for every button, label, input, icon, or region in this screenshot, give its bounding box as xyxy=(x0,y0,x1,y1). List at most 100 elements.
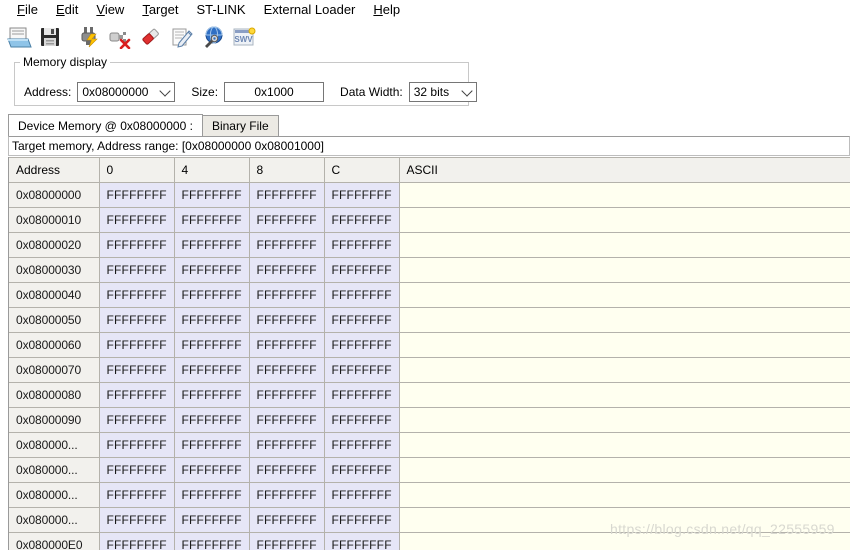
table-row[interactable]: 0x08000050 FFFFFFFF FFFFFFFF FFFFFFFF FFFFFF… xyxy=(9,307,850,333)
save-file-icon[interactable] xyxy=(35,22,65,52)
cell-word-3[interactable]: FFFFFFFF xyxy=(324,532,400,550)
cell-word-0[interactable]: FFFFFFFF xyxy=(99,432,175,458)
cell-word-2[interactable]: FFFFFFFF xyxy=(249,432,325,458)
table-row[interactable]: 0x08000080 FFFFFFFF FFFFFFFF FFFFFFFF FFFFFF… xyxy=(9,382,850,408)
menu-item-st-link[interactable]: ST-LINK xyxy=(187,0,254,19)
cell-word-0[interactable]: FFFFFFFF xyxy=(99,232,175,258)
cell-word-3[interactable]: FFFFFFFF xyxy=(324,457,400,483)
column-header-ascii[interactable]: ASCII xyxy=(399,157,850,183)
cell-word-2[interactable]: FFFFFFFF xyxy=(249,282,325,308)
cell-word-1[interactable]: FFFFFFFF xyxy=(174,507,250,533)
column-header-address[interactable]: Address xyxy=(9,157,100,183)
menu-item-help[interactable]: Help xyxy=(364,0,409,19)
cell-word-1[interactable]: FFFFFFFF xyxy=(174,482,250,508)
cell-word-3[interactable]: FFFFFFFF xyxy=(324,382,400,408)
cell-word-2[interactable]: FFFFFFFF xyxy=(249,182,325,208)
cell-word-0[interactable]: FFFFFFFF xyxy=(99,282,175,308)
cell-word-2[interactable]: FFFFFFFF xyxy=(249,257,325,283)
cell-word-3[interactable]: FFFFFFFF xyxy=(324,332,400,358)
cell-word-3[interactable]: FFFFFFFF xyxy=(324,232,400,258)
cell-word-1[interactable]: FFFFFFFF xyxy=(174,532,250,550)
cell-word-0[interactable]: FFFFFFFF xyxy=(99,482,175,508)
menu-item-external-loader[interactable]: External Loader xyxy=(255,0,365,19)
cell-word-0[interactable]: FFFFFFFF xyxy=(99,332,175,358)
cell-word-0[interactable]: FFFFFFFF xyxy=(99,457,175,483)
cell-word-3[interactable]: FFFFFFFF xyxy=(324,282,400,308)
cell-word-2[interactable]: FFFFFFFF xyxy=(249,507,325,533)
table-row[interactable]: 0x080000... FFFFFFFF FFFFFFFF FFFFFFFF FFFFF… xyxy=(9,507,850,533)
cell-word-0[interactable]: FFFFFFFF xyxy=(99,507,175,533)
cell-word-1[interactable]: FFFFFFFF xyxy=(174,332,250,358)
table-row[interactable]: 0x080000E0 FFFFFFFF FFFFFFFF FFFFFFFF FFFFFF… xyxy=(9,532,850,550)
cell-word-0[interactable]: FFFFFFFF xyxy=(99,532,175,550)
tab-binary-file[interactable]: Binary File xyxy=(201,115,279,136)
size-input[interactable]: 0x1000 xyxy=(224,81,325,102)
cell-word-3[interactable]: FFFFFFFF xyxy=(324,482,400,508)
swv-icon[interactable]: SWV xyxy=(229,22,259,52)
cell-word-3[interactable]: FFFFFFFF xyxy=(324,432,400,458)
cell-word-0[interactable]: FFFFFFFF xyxy=(99,207,175,233)
cell-word-2[interactable]: FFFFFFFF xyxy=(249,207,325,233)
menu-item-edit[interactable]: Edit xyxy=(47,0,87,19)
cell-word-0[interactable]: FFFFFFFF xyxy=(99,407,175,433)
cell-word-3[interactable]: FFFFFFFF xyxy=(324,507,400,533)
cell-word-2[interactable]: FFFFFFFF xyxy=(249,407,325,433)
cell-word-2[interactable]: FFFFFFFF xyxy=(249,232,325,258)
cell-word-3[interactable]: FFFFFFFF xyxy=(324,307,400,333)
cell-word-1[interactable]: FFFFFFFF xyxy=(174,382,250,408)
cell-word-2[interactable]: FFFFFFFF xyxy=(249,532,325,550)
cell-word-1[interactable]: FFFFFFFF xyxy=(174,357,250,383)
column-header-4[interactable]: 4 xyxy=(174,157,250,183)
table-row[interactable]: 0x08000000 FFFFFFFF FFFFFFFF FFFFFFFF FFFFFF… xyxy=(9,182,850,208)
table-row[interactable]: 0x08000070 FFFFFFFF FFFFFFFF FFFFFFFF FFFFFF… xyxy=(9,357,850,383)
cell-word-0[interactable]: FFFFFFFF xyxy=(99,257,175,283)
cell-word-1[interactable]: FFFFFFFF xyxy=(174,182,250,208)
cell-word-3[interactable]: FFFFFFFF xyxy=(324,182,400,208)
cell-word-1[interactable]: FFFFFFFF xyxy=(174,432,250,458)
menu-item-file[interactable]: File xyxy=(8,0,47,19)
tab-device-memory[interactable]: Device Memory @ 0x08000000 : xyxy=(8,114,203,136)
connect-plug-icon[interactable] xyxy=(74,22,104,52)
cell-word-3[interactable]: FFFFFFFF xyxy=(324,207,400,233)
memory-table-container[interactable]: Address 0 4 8 C ASCII 0x08000000 FFFFFFFF… xyxy=(8,157,850,550)
cell-word-3[interactable]: FFFFFFFF xyxy=(324,357,400,383)
column-header-0[interactable]: 0 xyxy=(99,157,175,183)
cell-word-0[interactable]: FFFFFFFF xyxy=(99,382,175,408)
cell-word-3[interactable]: FFFFFFFF xyxy=(324,257,400,283)
cell-word-0[interactable]: FFFFFFFF xyxy=(99,182,175,208)
table-row[interactable]: 0x080000... FFFFFFFF FFFFFFFF FFFFFFFF FFFFF… xyxy=(9,432,850,458)
table-row[interactable]: 0x08000060 FFFFFFFF FFFFFFFF FFFFFFFF FFFFFF… xyxy=(9,332,850,358)
cell-word-1[interactable]: FFFFFFFF xyxy=(174,407,250,433)
cell-word-2[interactable]: FFFFFFFF xyxy=(249,482,325,508)
column-header-c[interactable]: C xyxy=(324,157,400,183)
cell-word-1[interactable]: FFFFFFFF xyxy=(174,207,250,233)
table-row[interactable]: 0x08000040 FFFFFFFF FFFFFFFF FFFFFFFF FFFFFF… xyxy=(9,282,850,308)
table-row[interactable]: 0x08000090 FFFFFFFF FFFFFFFF FFFFFFFF FFFFFF… xyxy=(9,407,850,433)
cell-word-2[interactable]: FFFFFFFF xyxy=(249,357,325,383)
column-header-8[interactable]: 8 xyxy=(249,157,325,183)
table-row[interactable]: 0x08000020 FFFFFFFF FFFFFFFF FFFFFFFF FFFFFF… xyxy=(9,232,850,258)
table-row[interactable]: 0x080000... FFFFFFFF FFFFFFFF FFFFFFFF FFFFF… xyxy=(9,482,850,508)
erase-chip-icon[interactable] xyxy=(136,22,166,52)
cell-word-1[interactable]: FFFFFFFF xyxy=(174,257,250,283)
cell-word-0[interactable]: FFFFFFFF xyxy=(99,357,175,383)
open-file-icon[interactable] xyxy=(4,22,34,52)
cell-word-2[interactable]: FFFFFFFF xyxy=(249,332,325,358)
cell-word-1[interactable]: FFFFFFFF xyxy=(174,307,250,333)
address-combobox[interactable]: 0x08000000 xyxy=(77,81,176,102)
cell-word-2[interactable]: FFFFFFFF xyxy=(249,307,325,333)
data-width-combobox[interactable]: 32 bits xyxy=(408,81,477,102)
cell-word-1[interactable]: FFFFFFFF xyxy=(174,282,250,308)
menu-item-view[interactable]: View xyxy=(87,0,133,19)
program-verify-icon[interactable] xyxy=(167,22,197,52)
settings-globe-icon[interactable] xyxy=(198,22,228,52)
table-row[interactable]: 0x08000010 FFFFFFFF FFFFFFFF FFFFFFFF FFFFFF… xyxy=(9,207,850,233)
table-row[interactable]: 0x08000030 FFFFFFFF FFFFFFFF FFFFFFFF FFFFFF… xyxy=(9,257,850,283)
cell-word-2[interactable]: FFFFFFFF xyxy=(249,382,325,408)
menu-item-target[interactable]: Target xyxy=(133,0,187,19)
cell-word-1[interactable]: FFFFFFFF xyxy=(174,457,250,483)
cell-word-3[interactable]: FFFFFFFF xyxy=(324,407,400,433)
cell-word-1[interactable]: FFFFFFFF xyxy=(174,232,250,258)
table-row[interactable]: 0x080000... FFFFFFFF FFFFFFFF FFFFFFFF FFFFF… xyxy=(9,457,850,483)
disconnect-plug-icon[interactable] xyxy=(105,22,135,52)
